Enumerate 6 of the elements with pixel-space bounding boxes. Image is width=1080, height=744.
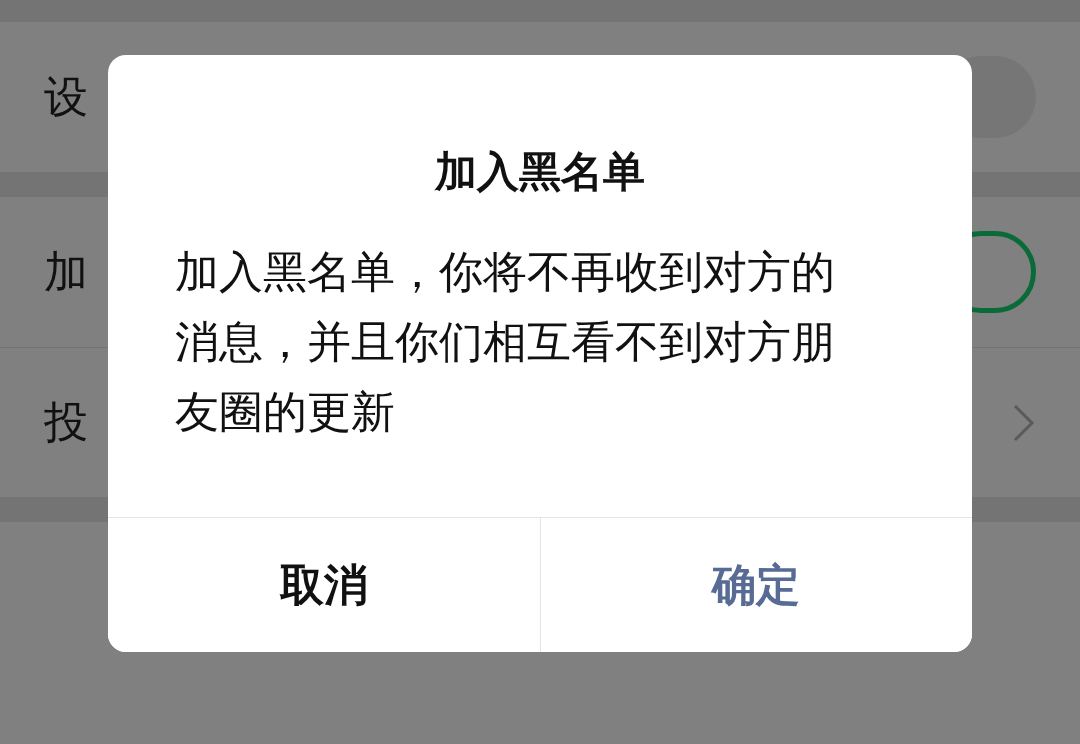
confirm-button[interactable]: 确定 [539, 518, 972, 652]
dialog-title: 加入黑名单 [433, 146, 646, 198]
setting-label: 加 [44, 244, 88, 299]
setting-label: 投 [44, 395, 88, 449]
setting-label: 设 [44, 69, 88, 124]
dialog-message: 加入黑名单，你将不再收到对方的消息，并且你们相互看不到对方朋友圈的更新 [175, 245, 836, 439]
